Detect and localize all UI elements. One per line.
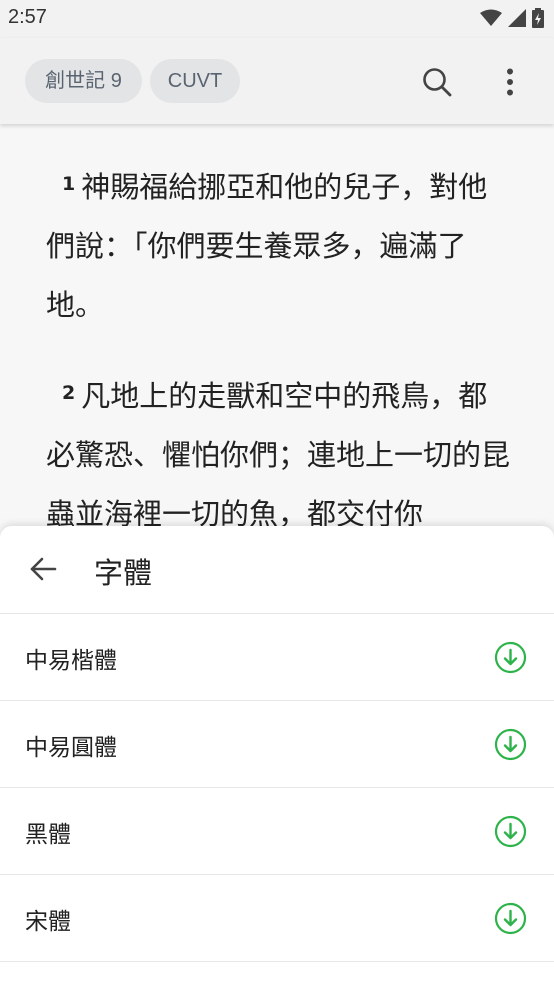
wifi-icon	[480, 9, 502, 26]
font-row[interactable]: 宋體	[0, 875, 554, 962]
screen: 2:57 創世記 9 CUVT 1 神賜福給挪亞和他的兒子，對他們說：「你們要生…	[0, 0, 554, 986]
verse-number: 2	[62, 382, 76, 404]
font-name: 中易圓體	[25, 735, 117, 761]
signal-icon	[508, 9, 526, 27]
verse-number: 1	[62, 173, 76, 195]
font-list: 中易楷體 中易圓體 黑體 宋體	[0, 614, 554, 962]
more-options-button[interactable]	[490, 62, 530, 102]
verse-text: 凡地上的走獸和空中的飛鳥，都必驚恐、懼怕你們；連地上一切的昆蟲並海裡一切的魚，都…	[46, 379, 511, 531]
download-icon[interactable]	[494, 815, 527, 848]
download-icon[interactable]	[494, 728, 527, 761]
font-row[interactable]: 黑體	[0, 788, 554, 875]
book-chapter-chip[interactable]: 創世記 9	[25, 59, 142, 103]
more-vert-icon	[507, 68, 513, 96]
download-icon[interactable]	[494, 902, 527, 935]
font-row[interactable]: 中易楷體	[0, 614, 554, 701]
search-icon	[423, 68, 452, 97]
status-bar: 2:57	[0, 0, 554, 38]
battery-icon	[532, 8, 544, 28]
font-name: 黑體	[25, 822, 71, 848]
arrow-left-icon	[30, 557, 57, 581]
font-bottom-sheet: 字體 中易楷體 中易圓體 黑體 宋體	[0, 526, 554, 986]
back-button[interactable]	[26, 552, 60, 586]
search-button[interactable]	[417, 62, 457, 102]
font-row[interactable]: 中易圓體	[0, 701, 554, 788]
download-icon[interactable]	[494, 641, 527, 674]
sheet-header: 字體	[0, 526, 554, 614]
status-icons	[480, 8, 544, 28]
version-chip[interactable]: CUVT	[150, 59, 240, 103]
font-name: 宋體	[25, 909, 71, 935]
verse-text: 神賜福給挪亞和他的兒子，對他們說：「你們要生養眾多，遍滿了地。	[46, 170, 488, 322]
bible-reader: 1 神賜福給挪亞和他的兒子，對他們說：「你們要生養眾多，遍滿了地。 2 凡地上的走獸…	[0, 124, 554, 544]
verse-2: 2 凡地上的走獸和空中的飛鳥，都必驚恐、懼怕你們；連地上一切的昆蟲並海裡一切的魚，…	[46, 364, 516, 544]
font-name: 中易楷體	[25, 648, 117, 674]
status-time: 2:57	[8, 6, 47, 28]
top-toolbar: 創世記 9 CUVT	[0, 38, 554, 124]
sheet-title: 字體	[94, 556, 153, 590]
verse-1: 1 神賜福給挪亞和他的兒子，對他們說：「你們要生養眾多，遍滿了地。	[46, 155, 516, 335]
